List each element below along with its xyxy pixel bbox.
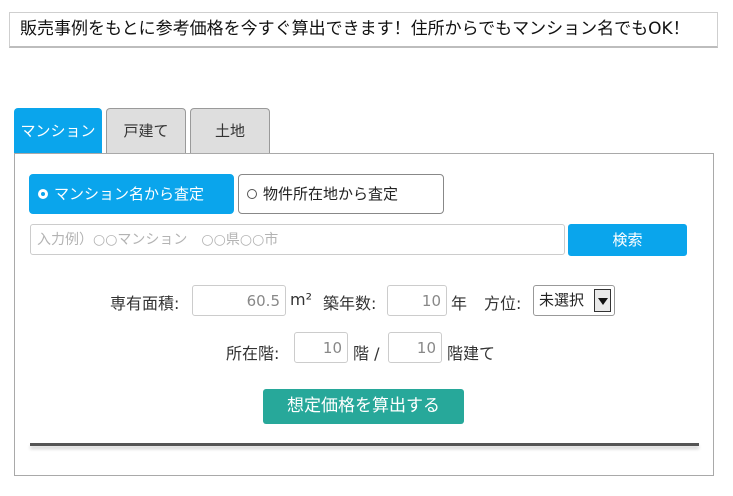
search-input[interactable] <box>30 224 565 255</box>
tab-land[interactable]: 土地 <box>190 108 270 154</box>
radio-selected-icon <box>38 188 48 199</box>
mode-by-mansion-name-label: マンション名から査定 <box>54 185 205 203</box>
mode-by-location-button[interactable]: 物件所在地から査定 <box>238 174 444 214</box>
area-unit: m² <box>290 290 312 309</box>
direction-selected-value: 未選択 <box>539 291 585 309</box>
radio-unselected-icon <box>247 188 257 199</box>
divider <box>30 443 699 446</box>
promo-banner: 販売事例をもとに参考価格を今すぐ算出できます！住所からでもマンション名でもOK！ <box>9 12 718 48</box>
direction-select[interactable]: 未選択 <box>533 285 615 316</box>
floor-input[interactable] <box>294 332 348 363</box>
search-button[interactable]: 検索 <box>568 224 687 256</box>
total-floors-input[interactable] <box>388 332 442 363</box>
floor-label: 所在階: <box>226 344 280 363</box>
total-floors-unit: 階建て <box>447 344 496 363</box>
mode-by-mansion-name-button[interactable]: マンション名から査定 <box>29 174 234 214</box>
chevron-down-icon[interactable] <box>594 289 611 312</box>
age-input[interactable] <box>387 285 447 316</box>
mode-by-location-label: 物件所在地から査定 <box>263 185 399 203</box>
age-unit: 年 <box>451 294 468 313</box>
direction-label: 方位: <box>484 294 522 313</box>
tab-mansion[interactable]: マンション <box>14 108 102 154</box>
tab-detached-house[interactable]: 戸建て <box>106 108 186 154</box>
age-label: 築年数: <box>323 294 377 313</box>
floor-unit: 階 / <box>353 344 380 363</box>
area-label: 専有面積: <box>110 294 180 313</box>
area-input[interactable] <box>192 285 286 316</box>
calculate-price-button[interactable]: 想定価格を算出する <box>263 389 464 424</box>
